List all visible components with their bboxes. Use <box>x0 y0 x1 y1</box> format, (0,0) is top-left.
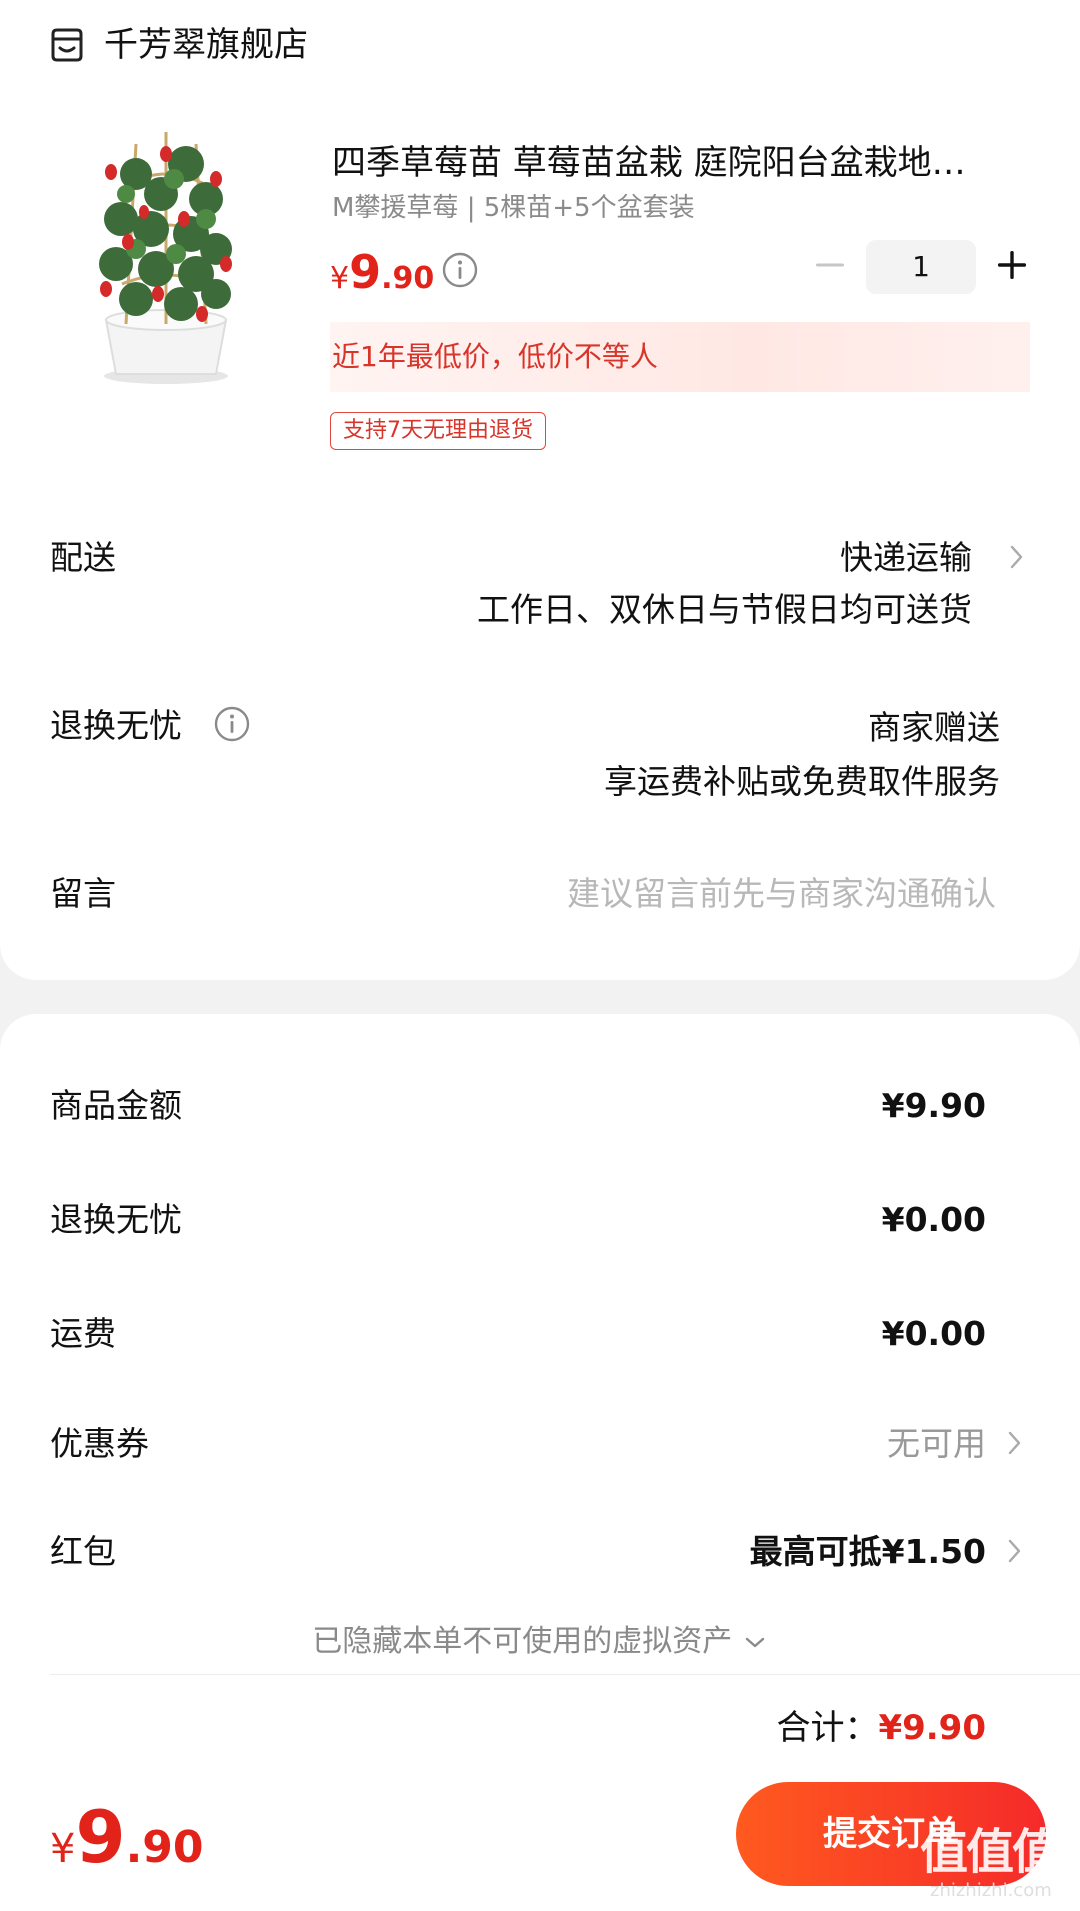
return-worry-free-value: 商家赠送 <box>868 708 1000 747</box>
return-worry-free-label: 退换无忧 <box>50 706 182 745</box>
chevron-down-icon <box>745 1637 764 1647</box>
bottom-price-decimal: .90 <box>125 1822 204 1873</box>
return-fee-value: ¥0.00 <box>881 1200 986 1239</box>
return-fee-label: 退换无忧 <box>50 1200 182 1239</box>
delivery-method[interactable]: 快递运输 <box>840 536 972 580</box>
store-name[interactable]: 千芳翠旗舰店 <box>104 22 308 68</box>
lowest-price-banner: 近1年最低价，低价不等人 <box>330 322 1030 392</box>
bottom-price-currency-symbol: ¥ <box>50 1826 76 1872</box>
price-currency-symbol: ¥ <box>330 261 350 296</box>
summary-divider <box>50 1674 1080 1675</box>
goods-amount-label: 商品金额 <box>50 1086 182 1125</box>
store-icon <box>51 28 83 62</box>
total-label: 合计： <box>776 1708 879 1748</box>
delivery-chevron-right-icon[interactable] <box>1006 542 1028 572</box>
hidden-assets-toggle[interactable]: 已隐藏本单不可使用的虚拟资产 <box>0 1620 1080 1664</box>
hidden-assets-text: 已隐藏本单不可使用的虚拟资产 <box>312 1624 733 1659</box>
product-spec[interactable]: M攀援草莓 | 5棵苗+5个盆套装 <box>332 190 695 226</box>
watermark-url: zhizhizhi.com <box>930 1880 1052 1901</box>
red-packet-value[interactable]: 最高可抵¥1.50 <box>750 1530 986 1574</box>
coupon-chevron-right-icon[interactable] <box>1004 1428 1026 1458</box>
product-title[interactable]: 四季草莓苗 草莓苗盆栽 庭院阳台盆栽地… <box>332 140 1012 186</box>
quantity-input[interactable]: 1 <box>866 240 976 294</box>
price-decimal: .90 <box>381 261 435 296</box>
shipping-value: ¥0.00 <box>881 1314 986 1353</box>
quantity-minus-icon[interactable] <box>812 247 848 283</box>
delivery-note: 工作日、双休日与节假日均可送货 <box>477 590 972 629</box>
price-info-icon[interactable] <box>442 252 478 288</box>
delivery-label: 配送 <box>50 538 116 577</box>
coupon-value[interactable]: 无可用 <box>887 1422 986 1466</box>
product-price: ¥9.90 <box>330 242 434 313</box>
red-packet-label: 红包 <box>50 1532 116 1571</box>
shipping-label: 运费 <box>50 1314 116 1353</box>
product-image[interactable] <box>66 124 266 388</box>
message-label: 留言 <box>50 874 116 913</box>
price-integer: 9 <box>349 245 382 299</box>
goods-amount-value: ¥9.90 <box>881 1086 986 1125</box>
quantity-plus-icon[interactable] <box>994 247 1030 283</box>
total-value: ¥9.90 <box>878 1708 986 1748</box>
total-row: 合计：¥9.90 <box>776 1706 986 1750</box>
coupon-label: 优惠券 <box>50 1424 149 1463</box>
return-info-icon[interactable] <box>214 706 250 742</box>
red-packet-chevron-right-icon[interactable] <box>1004 1536 1026 1566</box>
bottom-price-integer: 9 <box>75 1795 126 1879</box>
message-input[interactable]: 建议留言前先与商家沟通确认 <box>567 872 996 916</box>
return-worry-free-note: 享运费补贴或免费取件服务 <box>604 762 1000 801</box>
bottom-total-price: ¥9.90 <box>50 1792 204 1902</box>
seven-day-return-tag: 支持7天无理由退货 <box>330 412 546 450</box>
